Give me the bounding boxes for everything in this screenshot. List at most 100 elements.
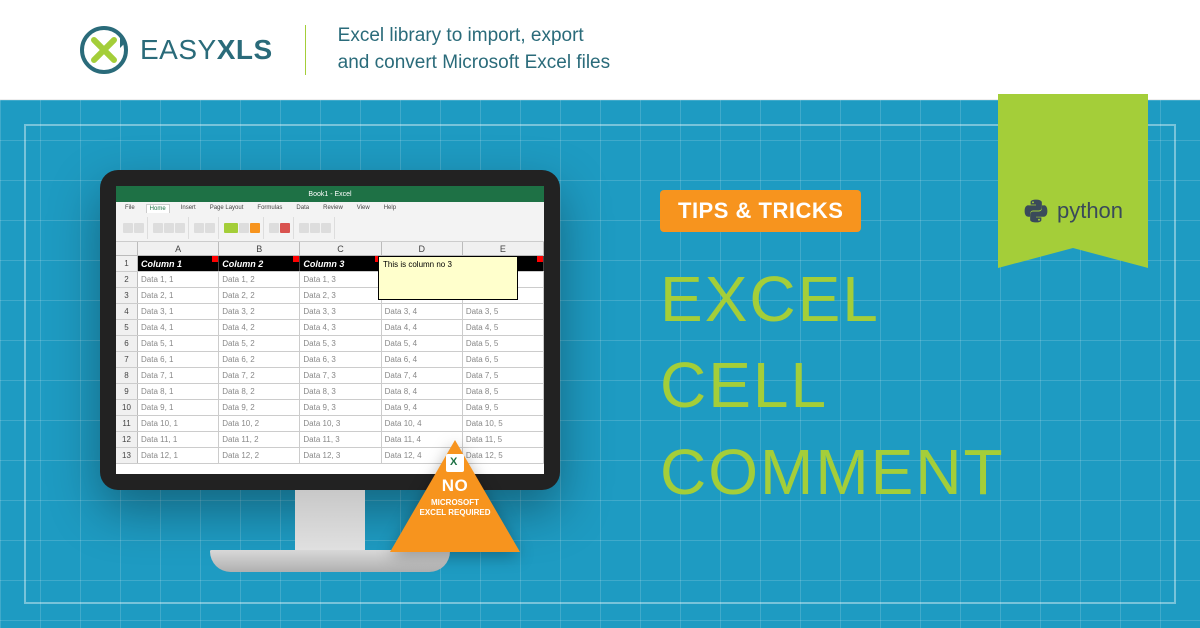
data-cell[interactable]: Data 9, 5: [463, 400, 544, 415]
data-cell[interactable]: Data 4, 1: [138, 320, 219, 335]
easyxls-logo-icon: [80, 26, 128, 74]
python-icon: [1023, 198, 1049, 224]
data-cell[interactable]: Data 11, 2: [219, 432, 300, 447]
data-cell[interactable]: Data 8, 3: [300, 384, 381, 399]
row-number[interactable]: 2: [116, 272, 138, 287]
data-cell[interactable]: Data 5, 3: [300, 336, 381, 351]
monitor-stand-base: [210, 550, 450, 572]
row-number[interactable]: 13: [116, 448, 138, 463]
header-cell[interactable]: Column 3: [300, 256, 381, 271]
col-letter[interactable]: B: [219, 242, 300, 255]
row-number[interactable]: 3: [116, 288, 138, 303]
table-row: 10Data 9, 1Data 9, 2Data 9, 3Data 9, 4Da…: [116, 400, 544, 416]
tagline: Excel library to import, export and conv…: [338, 23, 610, 76]
data-cell[interactable]: Data 2, 3: [300, 288, 381, 303]
data-cell[interactable]: Data 8, 1: [138, 384, 219, 399]
excel-tab[interactable]: Help: [381, 204, 399, 213]
col-letter[interactable]: D: [382, 242, 463, 255]
no-subtext: MICROSOFT EXCEL REQUIRED: [405, 498, 505, 517]
data-cell[interactable]: Data 1, 1: [138, 272, 219, 287]
python-ribbon-badge: python: [998, 94, 1148, 248]
row-number[interactable]: 4: [116, 304, 138, 319]
data-cell[interactable]: Data 4, 4: [382, 320, 463, 335]
data-cell[interactable]: Data 5, 1: [138, 336, 219, 351]
data-cell[interactable]: Data 10, 3: [300, 416, 381, 431]
excel-icon: [446, 454, 464, 472]
data-cell[interactable]: Data 6, 1: [138, 352, 219, 367]
data-cell[interactable]: Data 10, 5: [463, 416, 544, 431]
excel-tab[interactable]: View: [354, 204, 373, 213]
data-cell[interactable]: Data 8, 4: [382, 384, 463, 399]
excel-ribbon: File Home Insert Page Layout Formulas Data Rev…: [116, 202, 544, 242]
data-cell[interactable]: Data 7, 4: [382, 368, 463, 383]
data-cell[interactable]: Data 6, 3: [300, 352, 381, 367]
data-cell[interactable]: Data 2, 1: [138, 288, 219, 303]
data-cell[interactable]: Data 7, 2: [219, 368, 300, 383]
excel-tab[interactable]: Page Layout: [207, 204, 247, 213]
data-cell[interactable]: Data 6, 5: [463, 352, 544, 367]
data-cell[interactable]: Data 1, 3: [300, 272, 381, 287]
main-panel: python TIPS & TRICKS EXCEL CELL COMMENT …: [0, 100, 1200, 628]
data-cell[interactable]: Data 3, 4: [382, 304, 463, 319]
data-cell[interactable]: Data 11, 1: [138, 432, 219, 447]
data-cell[interactable]: Data 1, 2: [219, 272, 300, 287]
data-cell[interactable]: Data 9, 1: [138, 400, 219, 415]
header-cell[interactable]: Column 1: [138, 256, 219, 271]
data-cell[interactable]: Data 12, 3: [300, 448, 381, 463]
data-cell[interactable]: Data 7, 3: [300, 368, 381, 383]
headline: EXCEL CELL COMMENT: [660, 256, 1005, 515]
excel-tab[interactable]: Insert: [178, 204, 199, 213]
data-cell[interactable]: Data 7, 1: [138, 368, 219, 383]
data-cell[interactable]: Data 12, 1: [138, 448, 219, 463]
table-row: 9Data 8, 1Data 8, 2Data 8, 3Data 8, 4Dat…: [116, 384, 544, 400]
data-cell[interactable]: Data 8, 2: [219, 384, 300, 399]
excel-tab[interactable]: Data: [293, 204, 312, 213]
row-number[interactable]: 11: [116, 416, 138, 431]
row-number[interactable]: 5: [116, 320, 138, 335]
data-cell[interactable]: Data 12, 2: [219, 448, 300, 463]
data-cell[interactable]: Data 8, 5: [463, 384, 544, 399]
data-cell[interactable]: Data 7, 5: [463, 368, 544, 383]
row-number[interactable]: 12: [116, 432, 138, 447]
data-cell[interactable]: Data 9, 4: [382, 400, 463, 415]
data-cell[interactable]: Data 4, 5: [463, 320, 544, 335]
data-cell[interactable]: Data 10, 2: [219, 416, 300, 431]
data-cell[interactable]: Data 9, 3: [300, 400, 381, 415]
data-cell[interactable]: Data 4, 2: [219, 320, 300, 335]
col-letter[interactable]: C: [300, 242, 381, 255]
data-cell[interactable]: Data 10, 1: [138, 416, 219, 431]
data-cell[interactable]: Data 3, 3: [300, 304, 381, 319]
row-number[interactable]: 7: [116, 352, 138, 367]
table-row: 6Data 5, 1Data 5, 2Data 5, 3Data 5, 4Dat…: [116, 336, 544, 352]
data-cell[interactable]: Data 3, 2: [219, 304, 300, 319]
data-cell[interactable]: Data 10, 4: [382, 416, 463, 431]
col-letter[interactable]: A: [138, 242, 219, 255]
header-cell[interactable]: Column 2: [219, 256, 300, 271]
excel-title: Book1 - Excel: [308, 191, 351, 198]
data-cell[interactable]: Data 11, 3: [300, 432, 381, 447]
data-cell[interactable]: Data 5, 4: [382, 336, 463, 351]
data-cell[interactable]: Data 2, 2: [219, 288, 300, 303]
row-number[interactable]: 6: [116, 336, 138, 351]
data-cell[interactable]: Data 9, 2: [219, 400, 300, 415]
data-cell[interactable]: Data 5, 2: [219, 336, 300, 351]
table-row: 7Data 6, 1Data 6, 2Data 6, 3Data 6, 4Dat…: [116, 352, 544, 368]
row-number[interactable]: 8: [116, 368, 138, 383]
column-letters-row: ABCDE: [116, 242, 544, 256]
data-cell[interactable]: Data 3, 5: [463, 304, 544, 319]
data-cell[interactable]: Data 6, 4: [382, 352, 463, 367]
excel-tab[interactable]: Review: [320, 204, 346, 213]
data-cell[interactable]: Data 6, 2: [219, 352, 300, 367]
excel-tab[interactable]: File: [122, 204, 138, 213]
row-number[interactable]: 9: [116, 384, 138, 399]
data-cell[interactable]: Data 4, 3: [300, 320, 381, 335]
data-cell[interactable]: Data 3, 1: [138, 304, 219, 319]
row-number[interactable]: 1: [116, 256, 138, 271]
row-number[interactable]: 10: [116, 400, 138, 415]
header-bar: EASYXLS Excel library to import, export …: [0, 0, 1200, 100]
excel-tab[interactable]: Home: [146, 204, 170, 213]
excel-tab[interactable]: Formulas: [254, 204, 285, 213]
tips-tricks-badge: TIPS & TRICKS: [660, 190, 861, 232]
col-letter[interactable]: E: [463, 242, 544, 255]
data-cell[interactable]: Data 5, 5: [463, 336, 544, 351]
